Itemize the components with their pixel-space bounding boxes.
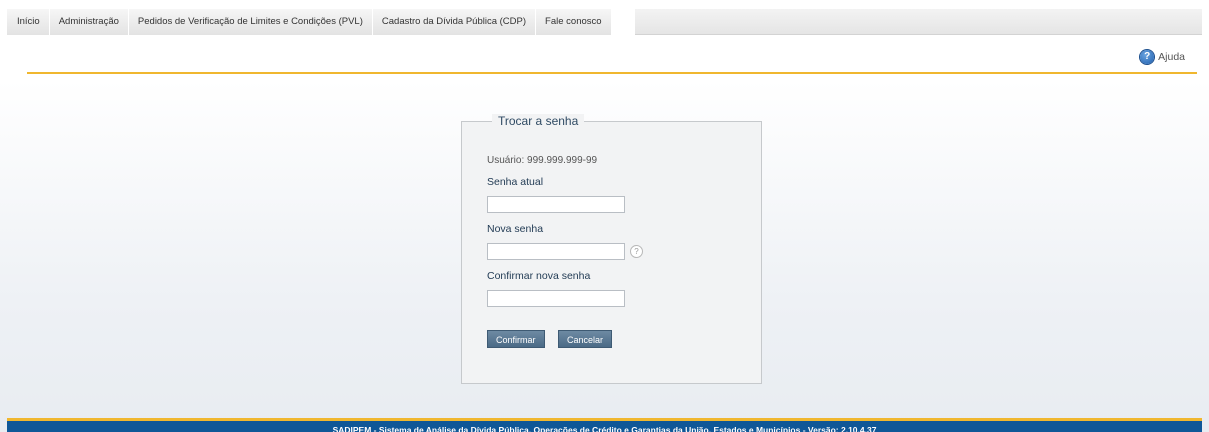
- password-help-icon[interactable]: ?: [630, 245, 643, 258]
- confirmar-senha-input[interactable]: [487, 290, 625, 307]
- confirm-button[interactable]: Confirmar: [487, 330, 545, 348]
- top-nav: Início Administração Pedidos de Verifica…: [7, 9, 612, 35]
- header-divider: [27, 72, 1197, 74]
- footer: SADIPEM - Sistema de Análise da Dívida P…: [7, 418, 1202, 432]
- help-label: Ajuda: [1158, 51, 1185, 63]
- cancel-button[interactable]: Cancelar: [558, 330, 613, 348]
- usuario-text: Usuário: 999.999.999-99: [487, 155, 598, 166]
- nav-item-pvl[interactable]: Pedidos de Verificação de Limites e Cond…: [128, 9, 373, 35]
- nova-senha-label: Nova senha: [487, 223, 544, 235]
- panel-title: Trocar a senha: [492, 114, 585, 128]
- nav-item-cdp[interactable]: Cadastro da Dívida Pública (CDP): [372, 9, 537, 35]
- confirmar-senha-label: Confirmar nova senha: [487, 270, 591, 282]
- nav-item-fale-conosco[interactable]: Fale conosco: [536, 9, 612, 35]
- senha-atual-label: Senha atual: [487, 176, 544, 188]
- nav-item-inicio[interactable]: Início: [7, 9, 50, 35]
- page: Início Administração Pedidos de Verifica…: [7, 0, 1202, 432]
- nav-item-administracao[interactable]: Administração: [49, 9, 129, 35]
- nav-bar-fill: [635, 9, 1202, 35]
- senha-atual-input[interactable]: [487, 196, 625, 213]
- help-icon: ?: [1140, 50, 1155, 64]
- change-password-panel: Trocar a senha Usuário: 999.999.999-99 S…: [461, 114, 762, 384]
- help-link[interactable]: ? Ajuda: [1140, 50, 1185, 64]
- nova-senha-input[interactable]: [487, 243, 625, 260]
